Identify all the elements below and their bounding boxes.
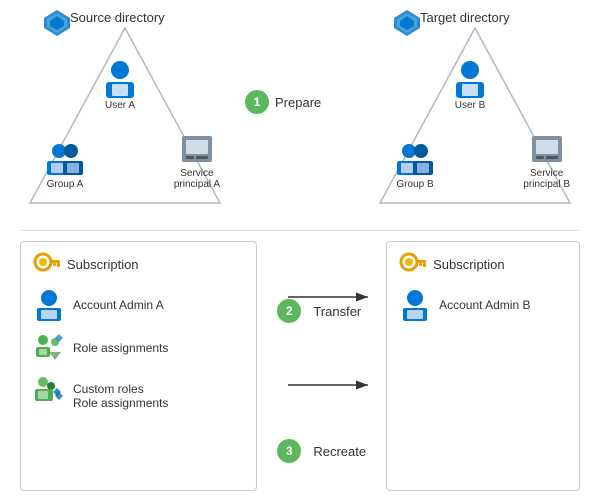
user-b-icon (452, 58, 488, 98)
source-role-assignments: Role assignments (33, 332, 244, 364)
group-a-label: Group A (47, 179, 84, 190)
account-admin-b-label: Account Admin B (439, 298, 530, 312)
bottom-section: Subscription Account Admin A (0, 231, 600, 491)
service-b-icon (528, 132, 566, 166)
account-admin-a-icon (33, 288, 65, 322)
source-key-icon (33, 250, 61, 278)
step2-label: Transfer (313, 304, 361, 319)
group-b-icon (395, 141, 435, 177)
target-key-icon (399, 250, 427, 278)
step2-group: 2 Transfer (277, 299, 361, 323)
target-subscription-box: Subscription Account Admin B (386, 241, 580, 491)
custom-roles-icon (33, 374, 65, 418)
user-b-label: User B (455, 100, 486, 111)
target-directory-box: Target directory User B (370, 8, 580, 218)
target-user: User B (452, 58, 488, 111)
source-group: Group A (45, 141, 85, 190)
service-a-icon (178, 132, 216, 166)
source-custom-roles: Custom roles Role assignments (33, 374, 244, 418)
account-admin-b-icon (399, 288, 431, 322)
account-admin-a-label: Account Admin A (73, 298, 164, 312)
source-sub-label: Subscription (67, 257, 139, 272)
target-service: Service principal B (523, 132, 570, 190)
target-sub-label: Subscription (433, 257, 505, 272)
step1-label: Prepare (275, 95, 321, 110)
source-user: User A (102, 58, 138, 111)
custom-roles-label: Custom roles (73, 382, 168, 396)
source-directory-box: Source directory User A (20, 8, 230, 218)
role-assignments-label: Role assignments (73, 341, 168, 355)
group-a-icon (45, 141, 85, 177)
target-sub-header: Subscription (399, 250, 567, 278)
source-subscription-box: Subscription Account Admin A (20, 241, 257, 491)
user-a-label: User A (105, 100, 135, 111)
target-group: Group B (395, 141, 435, 190)
source-account-admin: Account Admin A (33, 288, 244, 322)
custom-roles-text-group: Custom roles Role assignments (73, 382, 168, 410)
group-b-label: Group B (396, 179, 433, 190)
top-section: Source directory User A (0, 0, 600, 230)
step1-row: 1 Prepare (245, 90, 321, 114)
target-account-admin: Account Admin B (399, 288, 567, 322)
step1-circle: 1 (245, 90, 269, 114)
diagram: Source directory User A (0, 0, 600, 500)
service-a-label: Service principal A (174, 168, 220, 190)
step2-circle: 2 (277, 299, 301, 323)
role-assignments-icon (33, 332, 65, 364)
source-service: Service principal A (174, 132, 220, 190)
step3-group: 3 Recreate (277, 439, 366, 463)
step3-label: Recreate (313, 444, 366, 459)
custom-roles-sub-label: Role assignments (73, 396, 168, 410)
step3-circle: 3 (277, 439, 301, 463)
source-sub-header: Subscription (33, 250, 244, 278)
service-b-label: Service principal B (523, 168, 570, 190)
user-a-icon (102, 58, 138, 98)
prepare-section: 1 Prepare (245, 90, 321, 114)
steps-arrows: 2 Transfer 3 Recreate (277, 241, 366, 491)
